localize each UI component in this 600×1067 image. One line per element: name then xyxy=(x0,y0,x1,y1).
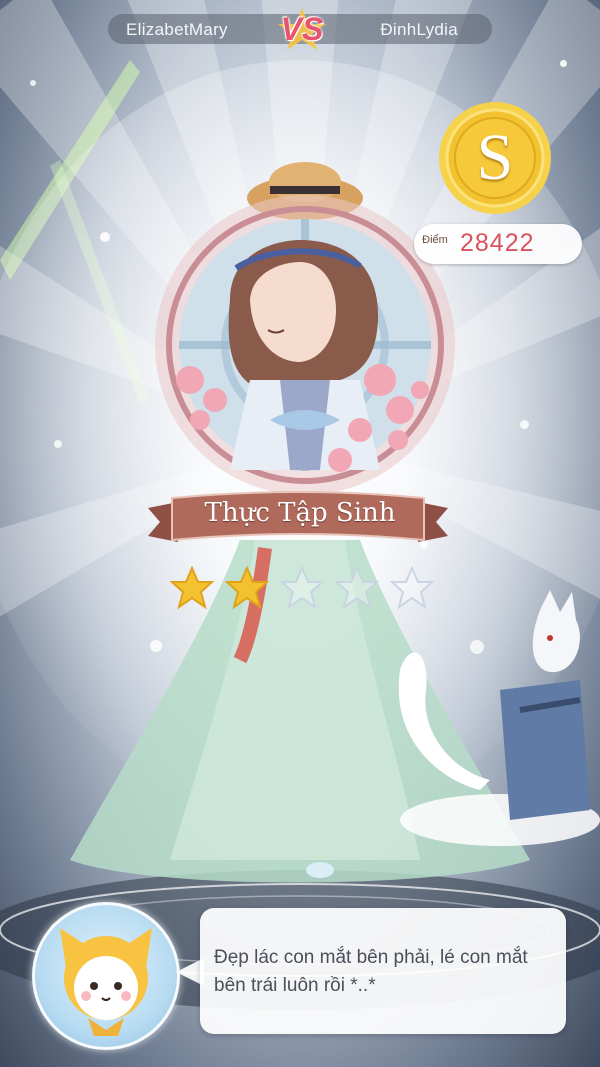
player-right-name: ĐinhLydia xyxy=(380,20,458,39)
cat-mascot-icon[interactable] xyxy=(38,908,174,1044)
star-empty-icon xyxy=(390,566,434,610)
star-empty-icon xyxy=(335,566,379,610)
dialog-text: Đẹp lác con mắt bên phải, lé con mắt bên… xyxy=(214,947,528,996)
star-filled-icon xyxy=(170,566,214,610)
fox-spirit-icon xyxy=(398,590,600,846)
game-stage: ElizabetMary VS ĐinhLydia S Điểm 28422 T… xyxy=(0,0,600,1067)
score-value: 28422 xyxy=(460,229,535,257)
star-rating xyxy=(170,566,434,612)
vs-label: VS xyxy=(280,11,324,47)
versus-bar: ElizabetMary VS ĐinhLydia xyxy=(108,8,492,50)
score-label: Điểm xyxy=(422,234,448,246)
star-empty-icon xyxy=(280,566,324,610)
star-filled-icon xyxy=(225,566,269,610)
player-left-name: ElizabetMary xyxy=(126,20,228,39)
rank-letter: S xyxy=(476,121,514,194)
rank-title: Thực Tập Sinh xyxy=(204,498,396,528)
